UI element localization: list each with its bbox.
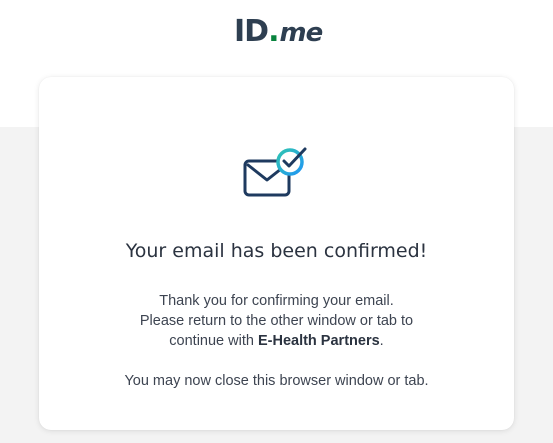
message-line-1: Thank you for confirming your email. [159,293,394,309]
logo-id-text: ID [234,14,269,49]
message-line-3-suffix: . [379,333,384,349]
partner-name: E-Health Partners [257,333,380,349]
message-line-3-prefix: continue with [169,333,258,349]
close-window-message: You may now close this browser window or… [124,373,429,389]
confirmation-message: Thank you for confirming your email. Ple… [39,291,514,351]
logo-dot: . [268,14,280,49]
confirmation-card: Your email has been confirmed! Thank you… [39,77,514,430]
confirmation-title: Your email has been confirmed! [125,240,428,262]
message-line-2: Please return to the other window or tab… [139,313,414,329]
logo-me-text: me [279,18,323,48]
idme-logo: ID. me [234,12,323,52]
message-line-3: continue with E-Health Partners. [39,331,514,351]
email-confirmed-icon [243,145,309,201]
